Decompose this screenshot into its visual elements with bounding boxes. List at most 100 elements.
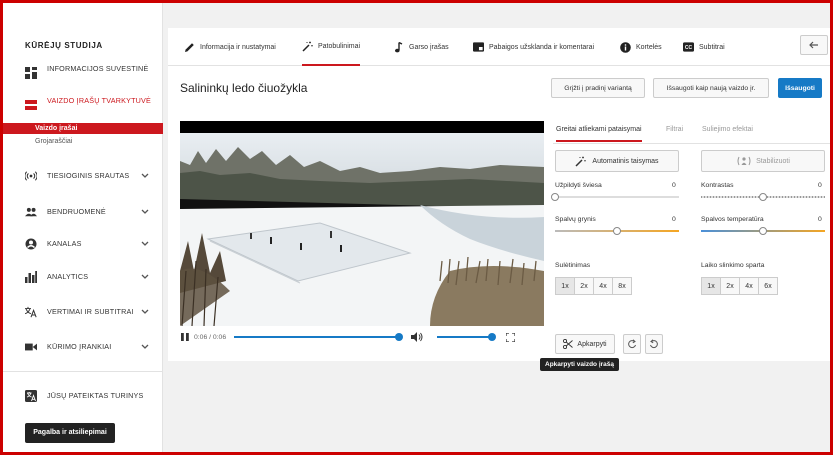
chevron-down-icon[interactable] [141,209,149,215]
save-as-new-button[interactable]: Išsaugoti kaip naują vaizdo įr. [653,78,769,98]
rotate-right-button[interactable] [645,334,663,354]
stabilize-button[interactable]: Stabilizuoti [701,150,825,172]
subtabs-divider [553,143,830,144]
tab-audio[interactable]: Garso įrašas [393,28,449,66]
sidebar-item-live[interactable]: TIESIOGINIS SRAUTAS [3,170,163,182]
fill-light-slider[interactable] [551,193,679,201]
help-feedback-button[interactable]: Pagalba ir atsiliepimai [25,423,115,443]
revert-button[interactable]: Grįžti į pradinį variantą [551,78,645,98]
slowmo-options: 1x 2x 4x 8x [555,277,632,295]
editor-panel: Salininkų ledo čiuožykla Grįžti į pradin… [168,66,830,371]
sidebar-item-label: VERTIMAI IR SUBTITRAI [47,307,134,316]
slowmo-option[interactable]: 8x [612,277,632,295]
sidebar-item-community[interactable]: BENDRUOMENĖ [3,206,163,218]
chevron-down-icon[interactable] [141,274,149,280]
subtab-filters[interactable]: Filtrai [666,126,683,142]
video-title: Salininkų ledo čiuožykla [180,81,308,95]
analytics-icon [25,271,37,283]
community-icon [25,206,37,218]
volume-icon[interactable] [411,332,423,342]
translate-box-icon [25,390,37,402]
timelapse-option[interactable]: 1x [701,277,721,295]
sidebar-item-dashboard[interactable]: INFORMACIJOS SUVESTINĖ [3,65,163,81]
sidebar-item-label: INFORMACIJOS SUVESTINĖ [47,64,149,73]
editor-tabs: Informacija ir nustatymai Patobulinimai … [168,28,830,66]
saturation-slider[interactable] [555,227,679,235]
sidebar-item-your-content[interactable]: JŪSŲ PATEIKTAS TURINYS [3,390,163,402]
sidebar-item-label: TIESIOGINIS SRAUTAS [47,171,130,180]
video-camera-icon [25,341,37,353]
pause-icon[interactable] [180,332,190,342]
chevron-down-icon[interactable] [141,173,149,179]
video-controls: 0:06 / 0:06 [180,328,544,346]
svg-text:CC: CC [685,45,693,51]
fullscreen-icon[interactable] [506,332,516,342]
saturation-value: 0 [672,216,676,223]
fill-light-label: Užpildyti šviesa [555,182,602,189]
sidebar-item-label: BENDRUOMENĖ [47,207,106,216]
rotate-left-button[interactable] [623,334,641,354]
tab-enhancements[interactable]: Patobulinimai [302,28,361,66]
chevron-down-icon[interactable] [141,309,149,315]
volume-slider[interactable] [437,333,497,341]
timelapse-option[interactable]: 6x [758,277,778,295]
trim-button[interactable]: Apkarpyti [555,334,615,354]
timelapse-option[interactable]: 4x [739,277,759,295]
contrast-label: Kontrastas [701,182,734,189]
tab-cards[interactable]: Kortelės [620,28,662,66]
video-preview[interactable] [180,121,544,326]
chevron-down-icon[interactable] [141,344,149,350]
sidebar-item-analytics[interactable]: ANALYTICS [3,271,163,283]
chevron-down-icon[interactable] [141,241,149,247]
back-button[interactable] [800,35,828,55]
sidebar-item-video-manager[interactable]: VAIZDO ĮRAŠŲ TVARKYTUVĖ [3,97,163,113]
slowmo-label: Sulėtinimas [555,262,591,269]
sidebar-sub-playlists[interactable]: Grojaraščiai [3,136,163,147]
sidebar-item-label: ANALYTICS [47,272,89,281]
sidebar-divider [3,371,163,372]
sidebar-item-label: KŪRIMO ĮRANKIAI [47,342,112,351]
fill-light-value: 0 [672,182,676,189]
info-icon [620,41,631,53]
slowmo-option[interactable]: 1x [555,277,575,295]
magic-wand-icon [302,41,313,52]
arrow-back-icon [809,41,818,49]
progress-bar[interactable] [234,333,404,341]
temperature-slider[interactable] [701,227,825,235]
timelapse-options: 1x 2x 4x 6x [701,277,778,295]
saturation-label: Spalvų grynis [555,216,596,223]
dashboard-icon [25,67,37,79]
sidebar-title: KŪRĖJŲ STUDIJA [25,41,103,50]
pencil-icon [184,42,195,53]
sidebar-item-create[interactable]: KŪRIMO ĮRANKIAI [3,341,163,353]
tab-subtitles[interactable]: CC Subtitrai [683,28,725,66]
sidebar-item-channel[interactable]: KANALAS [3,238,163,250]
temperature-label: Spalvos temperatūra [701,216,764,223]
progress-scrubber[interactable] [395,333,404,341]
tab-info-settings[interactable]: Informacija ir nustatymai [184,28,276,66]
save-button[interactable]: Išsaugoti [778,78,822,98]
trim-tooltip: Apkarpyti vaizdo įrašą [540,358,619,371]
translate-icon [25,306,37,318]
sidebar-item-label: VAIZDO ĮRAŠŲ TVARKYTUVĖ [47,96,152,105]
slowmo-option[interactable]: 4x [593,277,613,295]
magic-wand-icon [575,156,587,167]
scissors-icon [563,339,574,349]
temperature-value: 0 [818,216,822,223]
sidebar-item-translations[interactable]: VERTIMAI IR SUBTITRAI [3,306,163,318]
subtab-quick-fixes[interactable]: Greitai atliekami pataisymai [556,126,642,142]
stabilize-icon [737,156,751,166]
sidebar-sub-videos[interactable]: Vaizdo įrašai [3,123,163,134]
auto-fix-button[interactable]: Automatinis taisymas [555,150,679,172]
rotate-left-icon [628,339,636,349]
app-frame: KŪRĖJŲ STUDIJA INFORMACIJOS SUVESTINĖ VA… [3,3,830,452]
subtab-blur-effects[interactable]: Suliejimo efektai [702,126,753,142]
tab-end-screen[interactable]: Pabaigos užsklanda ir komentarai [473,28,594,66]
channel-icon [25,238,37,250]
contrast-slider[interactable] [701,193,825,201]
video-frame-image [180,121,544,326]
timelapse-option[interactable]: 2x [720,277,740,295]
rotate-right-icon [650,339,658,349]
slowmo-option[interactable]: 2x [574,277,594,295]
video-manager-icon [25,99,37,111]
